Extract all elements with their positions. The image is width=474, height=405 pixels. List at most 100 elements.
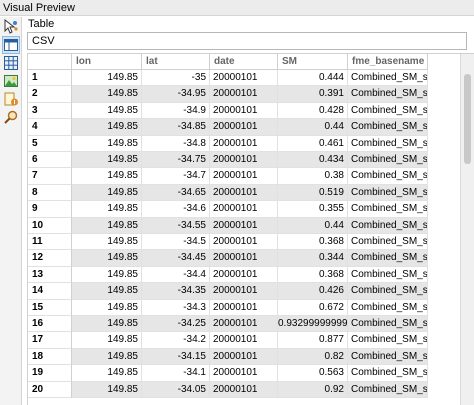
basename-cell: Combined_SM_sd_... <box>348 266 428 284</box>
grid-icon[interactable] <box>3 55 19 71</box>
basename-cell: Combined_SM_sd_... <box>348 234 428 251</box>
lon-cell: 149.85 <box>72 381 142 398</box>
lon-cell: 149.85 <box>72 332 142 349</box>
table-row[interactable]: 13149.85-34.4200001010.368Combined_SM_sd… <box>28 266 460 284</box>
sm-cell: 0.434 <box>278 152 348 169</box>
lon-cell: 149.85 <box>72 168 142 185</box>
lon-cell: 149.85 <box>72 250 142 267</box>
date-cell: 20000101 <box>210 135 278 152</box>
row-number: 11 <box>28 234 72 251</box>
table-row[interactable]: 8149.85-34.65200001010.519Combined_SM_sd… <box>28 184 460 202</box>
date-cell: 20000101 <box>210 168 278 185</box>
table-row[interactable]: 10149.85-34.55200001010.44Combined_SM_sd… <box>28 217 460 234</box>
sm-cell: 0.563 <box>278 365 348 382</box>
lon-cell: 149.85 <box>72 70 142 87</box>
basename-cell: Combined_SM_sd_... <box>348 316 428 333</box>
sm-cell: 0.44 <box>278 119 348 136</box>
magnifier-icon[interactable] <box>3 109 19 125</box>
column-header-date[interactable]: date <box>210 54 278 70</box>
date-cell: 20000101 <box>210 234 278 251</box>
table-row[interactable]: 2149.85-34.95200001010.391Combined_SM_sd… <box>28 86 460 103</box>
date-cell: 20000101 <box>210 365 278 382</box>
date-cell: 20000101 <box>210 332 278 349</box>
sm-cell: 0.391 <box>278 86 348 103</box>
feature-info-icon[interactable] <box>3 91 19 107</box>
column-header-lon[interactable]: lon <box>72 54 142 70</box>
table-row[interactable]: 11149.85-34.5200001010.368Combined_SM_sd… <box>28 234 460 251</box>
lat-cell: -34.85 <box>142 119 210 136</box>
lon-cell: 149.85 <box>72 119 142 136</box>
basename-cell: Combined_SM_sd_... <box>348 119 428 136</box>
lat-cell: -34.8 <box>142 135 210 152</box>
table-row[interactable]: 7149.85-34.7200001010.38Combined_SM_sd_.… <box>28 168 460 185</box>
sm-cell: 0.92 <box>278 381 348 398</box>
row-number: 10 <box>28 217 72 234</box>
table-row[interactable]: 12 149.85 -34.45 20000101 0.344 Combined_SM_s… <box>28 250 460 267</box>
sm-cell: 0.82 <box>278 348 348 366</box>
row-number: 5 <box>28 135 72 152</box>
row-number: 2 <box>28 86 72 103</box>
lon-cell: 149.85 <box>72 201 142 218</box>
sm-cell: 0.672 <box>278 299 348 316</box>
row-number: 16 <box>28 316 72 333</box>
table-row[interactable]: 19149.85-34.1200001010.563Combined_SM_sd… <box>28 365 460 382</box>
lon-cell: 149.85 <box>72 299 142 316</box>
lon-cell: 149.85 <box>72 348 142 366</box>
date-cell: 20000101 <box>210 201 278 218</box>
basename-cell: Combined_SM_sd_... <box>348 201 428 218</box>
scrollbar-thumb[interactable] <box>464 74 471 164</box>
table-icon[interactable] <box>2 36 20 54</box>
basename-cell: Combined_SM_sd_... <box>348 152 428 169</box>
format-field[interactable]: CSV <box>27 32 467 50</box>
date-cell: 20000101 <box>210 348 278 366</box>
row-number: 8 <box>28 184 72 202</box>
lon-cell: 149.85 <box>72 184 142 202</box>
lat-cell: -34.45 <box>142 250 210 267</box>
view-label: Table <box>28 18 55 30</box>
basename-cell: Combined_SM_sd_... <box>348 299 428 316</box>
table-row[interactable]: 14 149.85 -34.35 20000101 0.426 Combined_SM_s… <box>28 283 460 300</box>
table-row[interactable]: 15149.85-34.3200001010.672Combined_SM_sd… <box>28 299 460 316</box>
date-cell: 20000101 <box>210 217 278 234</box>
lon-cell: 149.85 <box>72 234 142 251</box>
row-number: 3 <box>28 102 72 120</box>
table-row[interactable]: 16149.85-34.25200001010.93299999999...Co… <box>28 316 460 333</box>
table-row[interactable]: 6149.85-34.75200001010.434Combined_SM_sd… <box>28 152 460 169</box>
cursor-features-icon[interactable] <box>3 19 19 35</box>
lat-cell: -34.75 <box>142 152 210 169</box>
sm-cell: 0.355 <box>278 201 348 218</box>
row-number: 20 <box>28 381 72 398</box>
sm-cell: 0.38 <box>278 168 348 185</box>
table-row[interactable]: 3149.85-34.9200001010.428Combined_SM_sd_… <box>28 102 460 120</box>
lat-cell: -34.4 <box>142 266 210 284</box>
date-cell: 20000101 <box>210 184 278 202</box>
image-icon[interactable] <box>3 73 19 89</box>
column-header-fme-basename[interactable]: fme_basename <box>348 54 428 70</box>
lat-cell: -34.3 <box>142 299 210 316</box>
row-number: 18 <box>28 348 72 366</box>
date-cell: 20000101 <box>210 316 278 333</box>
column-header-lat[interactable]: lat <box>142 54 210 70</box>
basename-cell: Combined_SM_sd_... <box>348 332 428 349</box>
table-row[interactable]: 20149.85-34.05200001010.92Combined_SM_sd… <box>28 381 460 398</box>
column-header-sm[interactable]: SM <box>278 54 348 70</box>
lat-cell: -34.05 <box>142 381 210 398</box>
lat-cell: -34.2 <box>142 332 210 349</box>
date-cell: 20000101 <box>210 283 278 300</box>
lat-cell: -34.1 <box>142 365 210 382</box>
column-header-index[interactable] <box>28 54 72 70</box>
table-row[interactable]: 17149.85-34.2200001010.877Combined_SM_sd… <box>28 332 460 349</box>
basename-cell: Combined_SM_sd_... <box>348 250 428 267</box>
left-toolbar <box>0 17 22 405</box>
table-row[interactable]: 4149.85-34.85200001010.44Combined_SM_sd_… <box>28 119 460 136</box>
vertical-scrollbar[interactable] <box>460 54 474 405</box>
lat-cell: -34.7 <box>142 168 210 185</box>
table-row[interactable]: 18149.85-34.15200001010.82Combined_SM_sd… <box>28 348 460 366</box>
date-cell: 20000101 <box>210 299 278 316</box>
data-table: lon lat date SM fme_basename 1 149.85 -35 2… <box>27 53 474 405</box>
table-row[interactable]: 1149.85-35200001010.444Combined_SM_sd_..… <box>28 70 460 87</box>
lon-cell: 149.85 <box>72 316 142 333</box>
basename-cell: Combined_SM_sd_... <box>348 184 428 202</box>
table-row[interactable]: 5149.85-34.8200001010.461Combined_SM_sd_… <box>28 135 460 152</box>
table-row[interactable]: 9149.85-34.6200001010.355Combined_SM_sd_… <box>28 201 460 218</box>
